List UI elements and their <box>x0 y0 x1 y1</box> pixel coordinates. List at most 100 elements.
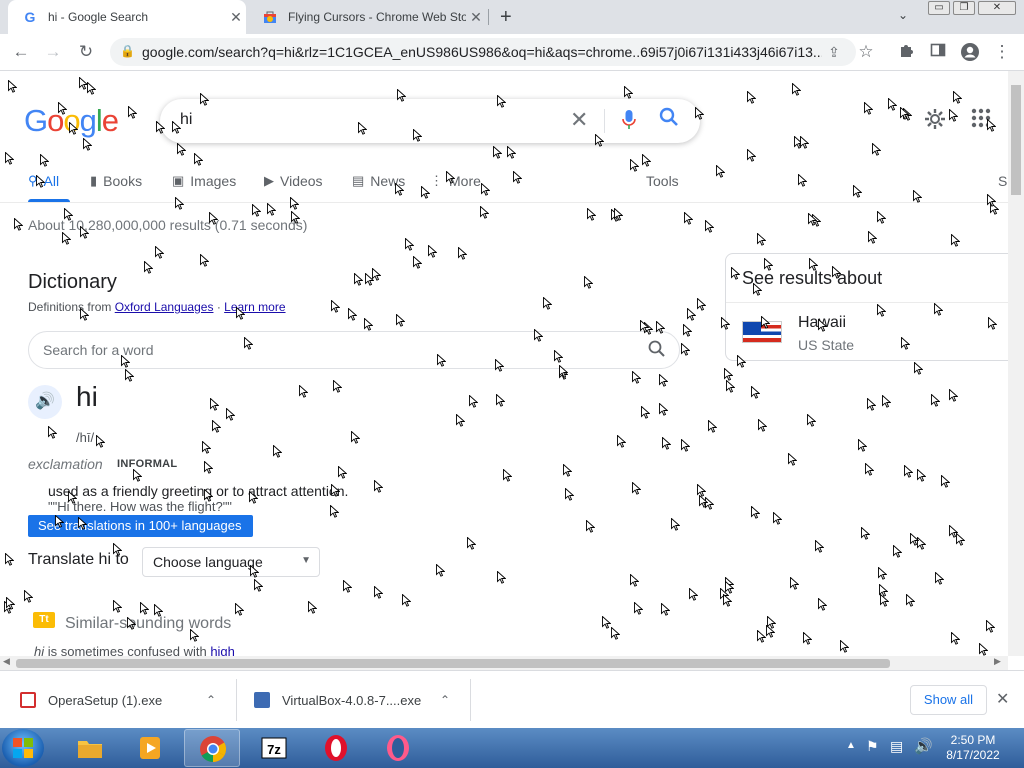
7zip-icon: 7z <box>261 737 287 759</box>
truncated-tab[interactable]: S <box>998 173 1007 189</box>
flying-cursor-icon <box>68 490 78 504</box>
back-icon[interactable]: ← <box>11 42 31 62</box>
microphone-icon[interactable] <box>622 109 636 136</box>
close-tab-icon[interactable]: ✕ <box>466 9 486 26</box>
flying-cursor-icon <box>662 436 672 450</box>
flying-cursor-icon <box>252 203 262 217</box>
close-window-button[interactable]: ✕ <box>978 1 1016 15</box>
chevron-up-icon[interactable]: ⌃ <box>440 693 450 707</box>
flying-cursor-icon <box>766 624 776 638</box>
extensions-puzzle-icon[interactable] <box>896 42 916 62</box>
tab-flying-cursors[interactable]: Flying Cursors - Chrome Web Sto ✕ <box>248 0 486 34</box>
high-link[interactable]: high <box>210 644 235 656</box>
flying-cursor-icon <box>832 265 842 279</box>
chevron-up-icon[interactable]: ⌃ <box>206 693 216 707</box>
tab-title: hi - Google Search <box>48 10 149 24</box>
side-panel-icon[interactable] <box>928 42 948 62</box>
opera-gx-taskbar-button[interactable] <box>370 729 426 767</box>
flying-cursor-icon <box>761 315 771 329</box>
restore-button[interactable]: ❐ <box>953 1 975 15</box>
chrome-menu-icon[interactable]: ⋮ <box>992 42 1012 62</box>
network-icon[interactable]: ▤ <box>890 738 903 755</box>
scrollbar-thumb[interactable] <box>16 659 890 668</box>
flying-cursor-icon <box>343 579 353 593</box>
search-input[interactable]: hi ✕ <box>160 99 700 143</box>
flying-cursor-icon <box>853 184 863 198</box>
close-downloads-icon[interactable]: ✕ <box>996 689 1009 709</box>
flying-cursor-icon <box>681 438 691 452</box>
new-tab-button[interactable]: + <box>500 6 512 29</box>
chrome-taskbar-button[interactable] <box>184 729 240 767</box>
tools-button[interactable]: Tools <box>646 173 679 189</box>
explorer-taskbar-button[interactable] <box>62 729 118 767</box>
flying-cursor-icon <box>428 244 438 258</box>
horizontal-scrollbar[interactable]: ◀ ▶ <box>0 656 1008 670</box>
tab-videos[interactable]: ▶ Videos <box>264 173 323 189</box>
start-button[interactable] <box>2 729 44 767</box>
flying-cursor-icon <box>699 494 709 508</box>
flying-cursor-icon <box>587 207 597 221</box>
close-tab-icon[interactable]: ✕ <box>226 9 246 26</box>
profile-avatar-icon[interactable] <box>960 42 980 62</box>
opera-taskbar-button[interactable] <box>308 729 364 767</box>
flying-cursor-icon <box>941 474 951 488</box>
clear-icon[interactable]: ✕ <box>570 107 588 133</box>
flying-cursor-icon <box>731 266 741 280</box>
search-icon[interactable] <box>658 106 680 134</box>
flying-cursor-icon <box>96 434 106 448</box>
flying-cursor-icon <box>397 88 407 102</box>
flying-cursor-icon <box>753 282 763 296</box>
share-icon[interactable]: ⇪ <box>824 42 844 62</box>
flying-cursor-icon <box>988 316 998 330</box>
tab-google-search[interactable]: G hi - Google Search ✕ <box>8 0 246 34</box>
tab-images[interactable]: ▣ Images <box>172 173 236 189</box>
show-hidden-icons-icon[interactable]: ▲ <box>846 740 856 751</box>
flying-cursor-icon <box>331 299 341 313</box>
flying-cursor-icon <box>156 120 166 134</box>
flying-cursor-icon <box>273 444 283 458</box>
search-icon[interactable] <box>647 339 667 364</box>
action-center-flag-icon[interactable]: ⚑ <box>866 738 879 755</box>
address-bar[interactable]: 🔒 google.com/search?q=hi&rlz=1C1GCEA_enU… <box>110 38 856 66</box>
learn-more-link[interactable]: Learn more <box>224 300 285 314</box>
download-item-opera[interactable]: OperaSetup (1).exe ⌃ <box>20 671 230 729</box>
search-query[interactable]: hi <box>180 111 192 129</box>
oxford-languages-link[interactable]: Oxford Languages <box>115 300 214 314</box>
tab-more[interactable]: ⋮ More <box>430 173 481 189</box>
download-item-virtualbox[interactable]: VirtualBox-4.0.8-7....exe ⌃ <box>254 671 464 729</box>
vertical-scrollbar[interactable] <box>1008 71 1024 656</box>
download-divider <box>470 679 471 721</box>
flying-cursor-icon <box>210 397 220 411</box>
pronunciation-speaker-icon[interactable]: 🔊 <box>28 385 62 419</box>
flying-cursor-icon <box>721 316 731 330</box>
minimize-button[interactable]: ▭ <box>928 1 950 15</box>
scrollbar-thumb[interactable] <box>1011 85 1021 195</box>
flying-cursor-icon <box>656 320 666 334</box>
language-select[interactable]: Choose language ▼ <box>142 547 320 577</box>
flying-cursor-icon <box>949 388 959 402</box>
reload-icon[interactable]: ↻ <box>76 42 96 62</box>
flying-cursor-icon <box>757 232 767 246</box>
7zip-taskbar-button[interactable]: 7z <box>246 729 302 767</box>
flying-cursor-icon <box>5 552 15 566</box>
similar-words-heading[interactable]: Similar-sounding words <box>65 615 231 633</box>
tab-books[interactable]: ▮ Books <box>90 173 142 189</box>
flying-cursor-icon <box>632 370 642 384</box>
flying-cursor-icon <box>683 323 693 337</box>
tab-search-chevron-icon[interactable]: ⌄ <box>898 8 908 22</box>
settings-gear-icon[interactable] <box>923 107 947 137</box>
clock[interactable]: 2:50 PM 8/17/2022 <box>930 733 1016 763</box>
flying-cursor-icon <box>177 142 187 156</box>
scroll-left-arrow-icon[interactable]: ◀ <box>3 656 10 667</box>
flying-cursor-icon <box>818 597 828 611</box>
flying-cursor-icon <box>584 275 594 289</box>
flying-cursor-icon <box>751 385 761 399</box>
show-all-button[interactable]: Show all <box>910 685 987 715</box>
scroll-right-arrow-icon[interactable]: ▶ <box>994 656 1001 667</box>
bookmark-star-icon[interactable]: ☆ <box>856 42 876 62</box>
media-player-taskbar-button[interactable] <box>122 729 178 767</box>
flying-cursor-icon <box>818 318 828 332</box>
forward-icon[interactable]: → <box>43 42 63 62</box>
flying-cursor-icon <box>458 246 468 260</box>
flying-cursor-icon <box>236 306 246 320</box>
